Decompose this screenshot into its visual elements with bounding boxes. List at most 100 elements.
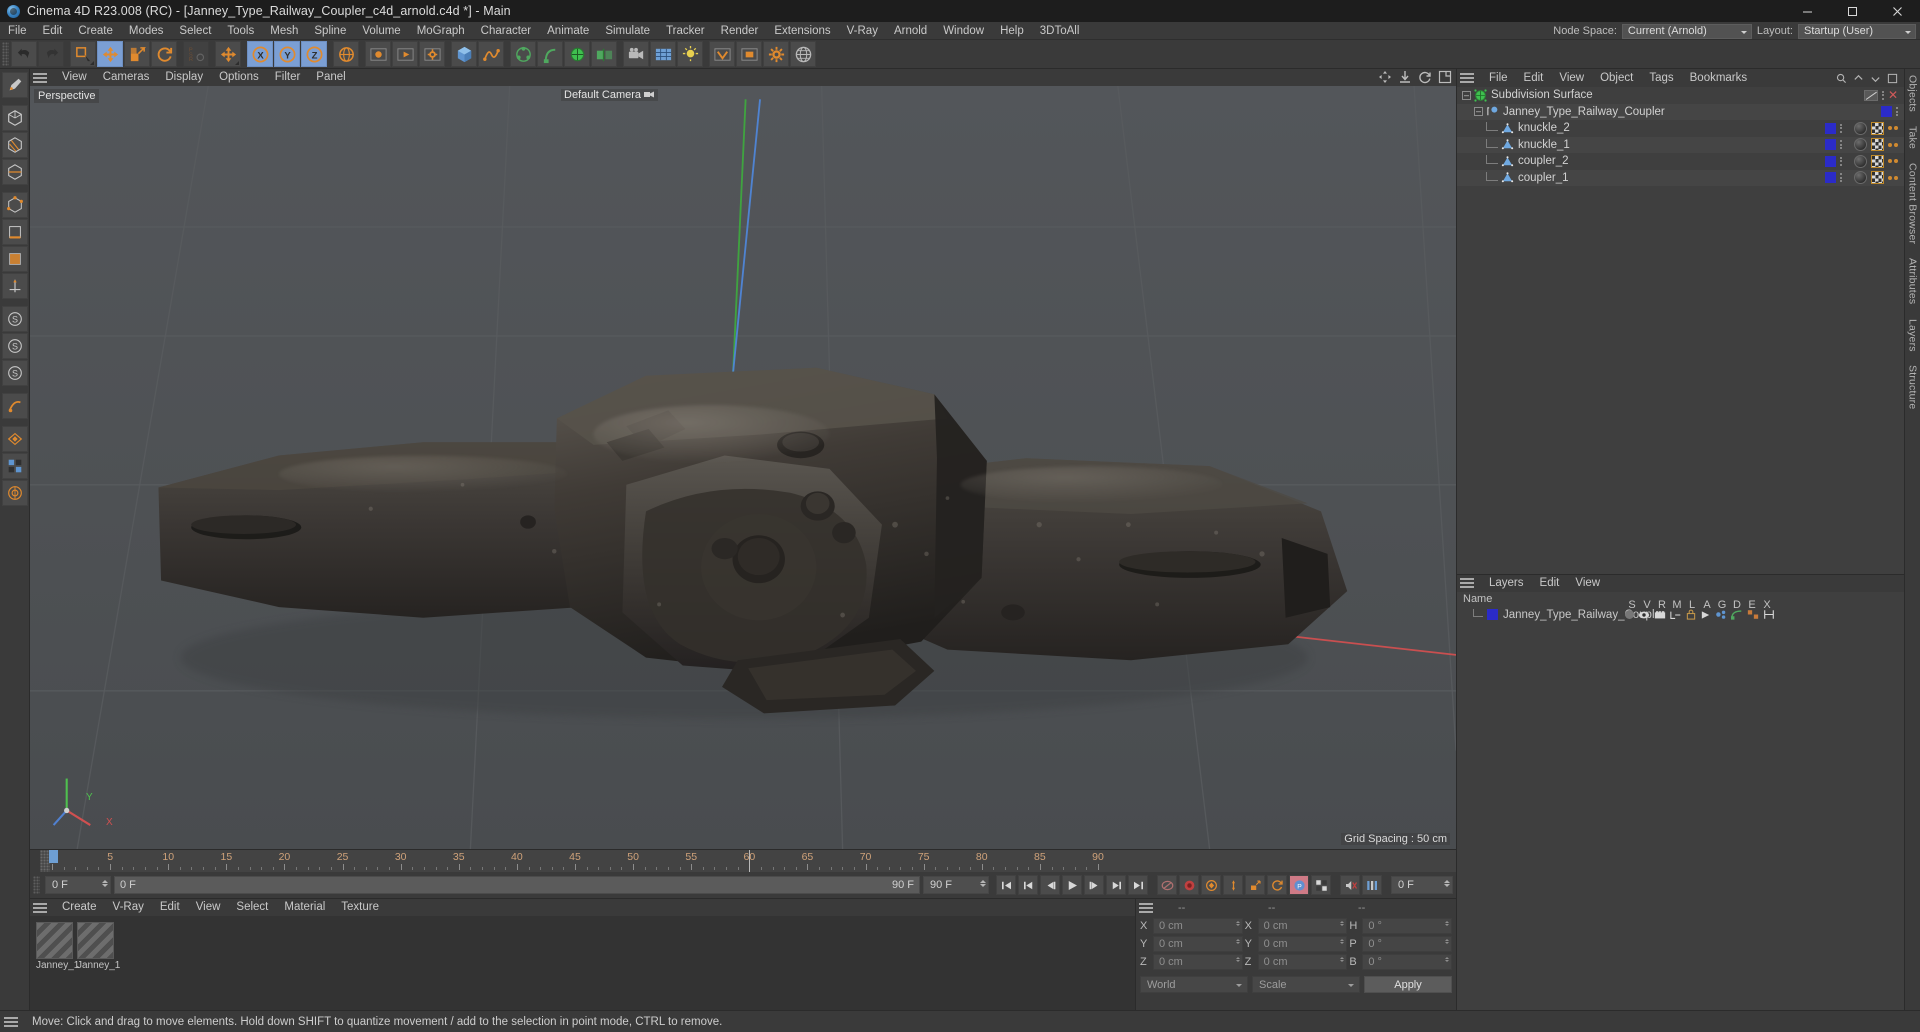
- layer-xref-icon[interactable]: [1763, 609, 1775, 620]
- viewport-menu-cameras[interactable]: Cameras: [95, 69, 158, 86]
- phong-tag-icon[interactable]: [1888, 126, 1898, 130]
- coord-rotation-b-field[interactable]: 0 °: [1362, 954, 1452, 970]
- go-to-start-button[interactable]: [996, 875, 1016, 895]
- material-tag-icon[interactable]: [1854, 155, 1867, 168]
- material-menu-edit[interactable]: Edit: [152, 899, 188, 916]
- right-tab-layers[interactable]: Layers: [1907, 319, 1919, 352]
- record-active-objects-button[interactable]: [1157, 875, 1177, 895]
- layer-menu-layers[interactable]: Layers: [1481, 575, 1532, 592]
- select-tool-button[interactable]: [70, 41, 96, 67]
- menu-item-modes[interactable]: Modes: [121, 22, 172, 40]
- move-tool-button[interactable]: [97, 41, 123, 67]
- position-key-button[interactable]: [1223, 875, 1243, 895]
- viewport-filter[interactable]: [2, 453, 28, 479]
- add-bend-button[interactable]: [537, 41, 563, 67]
- viewport-menu-filter[interactable]: Filter: [267, 69, 309, 86]
- material-item[interactable]: Janney_1: [77, 922, 114, 971]
- psr-button[interactable]: PSR: [183, 41, 209, 67]
- viewport-menu-hamburger-icon[interactable]: [33, 71, 49, 84]
- rotate-view-icon[interactable]: [1418, 70, 1432, 84]
- material-menu-view[interactable]: View: [188, 899, 229, 916]
- render-view-button[interactable]: [365, 41, 391, 67]
- scale-key-button[interactable]: [1245, 875, 1265, 895]
- object-row-dots[interactable]: [1840, 124, 1842, 133]
- timeline-ruler[interactable]: 051015202530354045505560657075808590: [40, 850, 1456, 872]
- uv-tag-icon[interactable]: [1871, 122, 1884, 135]
- maximize-view-icon[interactable]: [1438, 70, 1452, 84]
- menu-item-extensions[interactable]: Extensions: [766, 22, 838, 40]
- layer-menu-edit[interactable]: Edit: [1532, 575, 1568, 592]
- material-thumbnail[interactable]: [36, 922, 73, 959]
- keyframe-selection-button[interactable]: [1201, 875, 1221, 895]
- material-tag-icon[interactable]: [1854, 122, 1867, 135]
- search-icon[interactable]: [1836, 73, 1847, 84]
- object-layer-chip[interactable]: [1825, 123, 1836, 134]
- menu-item-tracker[interactable]: Tracker: [658, 22, 713, 40]
- layer-deformer-icon[interactable]: [1731, 609, 1743, 620]
- material-item[interactable]: Janney_1: [36, 922, 73, 971]
- coordinate-system-select[interactable]: World: [1140, 976, 1248, 993]
- material-menu-create[interactable]: Create: [54, 899, 105, 916]
- apply-button[interactable]: Apply: [1364, 976, 1452, 993]
- material-tag-icon[interactable]: [1854, 138, 1867, 151]
- object-menu-view[interactable]: View: [1551, 70, 1592, 87]
- viewport-layers[interactable]: [2, 480, 28, 506]
- vray-settings-button[interactable]: [763, 41, 789, 67]
- object-row[interactable]: coupler_2: [1457, 153, 1904, 170]
- current-frame-field[interactable]: 0 F: [45, 876, 111, 894]
- material-menu-hamburger-icon[interactable]: [33, 901, 49, 914]
- add-floor-button[interactable]: [650, 41, 676, 67]
- edge-mode[interactable]: [2, 219, 28, 245]
- lock-z-button[interactable]: Z: [301, 41, 327, 67]
- layer-row[interactable]: Janney_Type_Railway_Coupler: [1457, 607, 1904, 623]
- previous-frame-button[interactable]: [1040, 875, 1060, 895]
- axis-mode[interactable]: [2, 273, 28, 299]
- object-row[interactable]: –Janney_Type_Railway_Coupler: [1457, 104, 1904, 121]
- model-mode[interactable]: [2, 105, 28, 131]
- add-array-button[interactable]: [510, 41, 536, 67]
- rotate-tool-button[interactable]: [151, 41, 177, 67]
- object-row[interactable]: knuckle_2: [1457, 120, 1904, 137]
- go-to-end-button[interactable]: [1128, 875, 1148, 895]
- quantize-snap[interactable]: S: [2, 360, 28, 386]
- coord-position-z-field[interactable]: 0 cm: [1153, 954, 1243, 970]
- coordinates-menu-hamburger-icon[interactable]: [1139, 901, 1155, 914]
- next-frame-button[interactable]: [1084, 875, 1104, 895]
- menu-item-file[interactable]: File: [0, 22, 35, 40]
- uv-tag-icon[interactable]: [1871, 138, 1884, 151]
- coord-size-x-field[interactable]: 0 cm: [1258, 918, 1348, 934]
- object-row-dots[interactable]: [1840, 157, 1842, 166]
- uv-tag-icon[interactable]: [1871, 171, 1884, 184]
- object-delete-icon[interactable]: ✕: [1888, 89, 1898, 101]
- texture-mode[interactable]: [2, 132, 28, 158]
- object-menu-tags[interactable]: Tags: [1641, 70, 1681, 87]
- viewport-menu-view[interactable]: View: [54, 69, 95, 86]
- material-thumbnail[interactable]: [77, 922, 114, 959]
- right-tab-content-browser[interactable]: Content Browser: [1907, 163, 1919, 244]
- param-key-button[interactable]: P: [1289, 875, 1309, 895]
- menu-item-spline[interactable]: Spline: [306, 22, 354, 40]
- sound-toggle-button[interactable]: [1340, 875, 1360, 895]
- coord-position-x-field[interactable]: 0 cm: [1153, 918, 1243, 934]
- layer-visible-icon[interactable]: [1638, 610, 1650, 620]
- menu-item-mograph[interactable]: MoGraph: [409, 22, 473, 40]
- pan-view-icon[interactable]: [1398, 70, 1412, 84]
- coord-size-y-field[interactable]: 0 cm: [1258, 936, 1348, 952]
- object-layer-chip[interactable]: [1825, 139, 1836, 150]
- object-row[interactable]: coupler_1: [1457, 170, 1904, 187]
- viewport-3d[interactable]: Perspective Default Camera Grid Spacing …: [30, 86, 1456, 849]
- layer-solo-icon[interactable]: [1625, 610, 1634, 619]
- object-menu-bookmarks[interactable]: Bookmarks: [1682, 70, 1756, 87]
- rotation-key-button[interactable]: [1267, 875, 1287, 895]
- menu-item-tools[interactable]: Tools: [219, 22, 262, 40]
- render-settings-button[interactable]: [419, 41, 445, 67]
- expand-all-icon[interactable]: [1870, 73, 1881, 84]
- object-expander[interactable]: –: [1474, 107, 1483, 116]
- menu-item-simulate[interactable]: Simulate: [597, 22, 658, 40]
- viewport-projection-label[interactable]: Perspective: [34, 89, 99, 103]
- scale-tool-button[interactable]: [124, 41, 150, 67]
- object-layer-chip[interactable]: [1825, 156, 1836, 167]
- world-axis-button[interactable]: [215, 41, 241, 67]
- world-coordinate-button[interactable]: [333, 41, 359, 67]
- collapse-all-icon[interactable]: [1853, 73, 1864, 84]
